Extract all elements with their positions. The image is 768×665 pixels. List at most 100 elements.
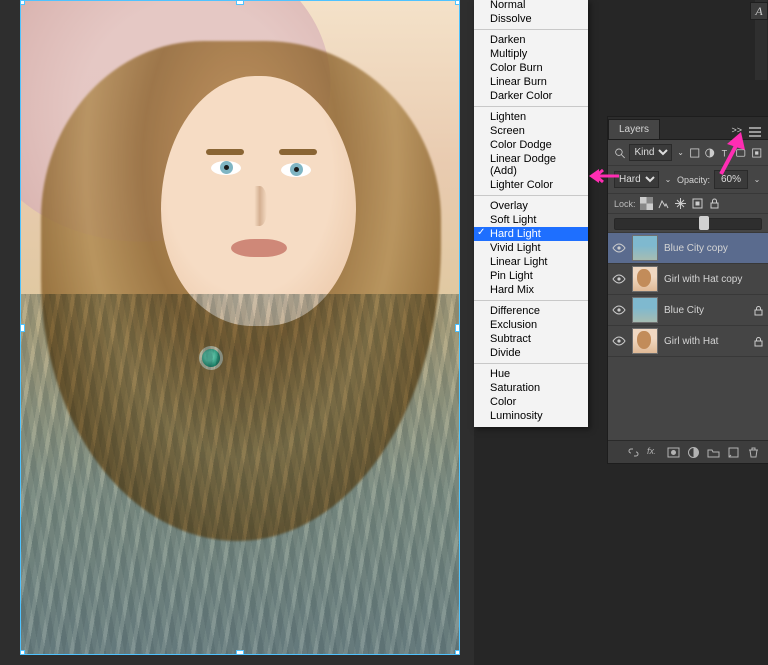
- blend-mode-option[interactable]: Screen: [474, 124, 588, 138]
- mask-icon[interactable]: [667, 446, 680, 459]
- panel-collapse-icon[interactable]: >>: [731, 125, 742, 139]
- chevron-down-icon: ⌄: [663, 175, 673, 184]
- blend-mode-option[interactable]: Exclusion: [474, 318, 588, 332]
- new-layer-icon[interactable]: [727, 446, 740, 459]
- lock-transparency-icon[interactable]: [640, 197, 653, 210]
- layer-thumbnail[interactable]: [632, 297, 658, 323]
- blend-mode-option[interactable]: Color Burn: [474, 61, 588, 75]
- trash-icon[interactable]: [747, 446, 760, 459]
- layer-mode-row: Hard Light ⌄ Opacity: ⌄: [608, 166, 768, 194]
- group-icon[interactable]: [707, 446, 720, 459]
- transform-handle-top-left[interactable]: [20, 0, 25, 5]
- filter-kind-select[interactable]: Kind: [629, 144, 672, 161]
- image-city-overlay: [21, 294, 459, 654]
- layer-name[interactable]: Girl with Hat: [664, 336, 747, 347]
- image-eye: [211, 161, 241, 175]
- layer-list: Blue City copy Girl with Hat copy Blue Cit…: [608, 233, 768, 440]
- blend-mode-option[interactable]: Luminosity: [474, 409, 588, 423]
- opacity-input[interactable]: [714, 170, 748, 189]
- visibility-eye-icon[interactable]: [612, 272, 626, 286]
- blend-mode-menu[interactable]: NormalDissolveDarkenMultiplyColor BurnLi…: [474, 0, 588, 427]
- blend-mode-option[interactable]: Lighter Color: [474, 178, 588, 192]
- filter-pixel-icon[interactable]: [689, 146, 700, 160]
- blend-mode-option[interactable]: Color: [474, 395, 588, 409]
- layer-thumbnail[interactable]: [632, 328, 658, 354]
- filter-shape-icon[interactable]: [735, 146, 746, 160]
- blend-mode-option[interactable]: Divide: [474, 346, 588, 360]
- blend-mode-option[interactable]: Linear Burn: [474, 75, 588, 89]
- layers-panel: Layers >> Kind ⌄ T Hard Light ⌄ Opacity:…: [608, 117, 768, 463]
- filter-adjustment-icon[interactable]: [704, 146, 715, 160]
- filter-smart-icon[interactable]: [751, 146, 762, 160]
- canvas-document[interactable]: [20, 0, 460, 655]
- blend-mode-option[interactable]: Hue: [474, 367, 588, 381]
- layer-filter-row: Kind ⌄ T: [608, 140, 768, 166]
- blend-mode-option[interactable]: Overlay: [474, 199, 588, 213]
- layer-name[interactable]: Blue City copy: [664, 243, 764, 254]
- layer-row[interactable]: Girl with Hat: [608, 326, 768, 357]
- fill-slider[interactable]: [614, 218, 762, 230]
- filter-type-icon[interactable]: T: [720, 146, 731, 160]
- fx-icon[interactable]: fx.: [647, 446, 660, 459]
- lock-image-icon[interactable]: [657, 197, 670, 210]
- chevron-down-icon: ⌄: [752, 175, 762, 184]
- layer-thumbnail[interactable]: [632, 235, 658, 261]
- layer-row[interactable]: Blue City copy: [608, 233, 768, 264]
- lock-position-icon[interactable]: [674, 197, 687, 210]
- blend-mode-select[interactable]: Hard Light: [614, 171, 659, 188]
- transform-handle-top-right[interactable]: [455, 0, 460, 5]
- blend-mode-option[interactable]: Vivid Light: [474, 241, 588, 255]
- search-icon: [614, 146, 625, 160]
- blend-mode-option[interactable]: Normal: [474, 0, 588, 12]
- transform-handle-bottom-left[interactable]: [20, 650, 25, 655]
- image-lips: [231, 239, 287, 257]
- blend-mode-option[interactable]: Linear Light: [474, 255, 588, 269]
- layer-row[interactable]: Girl with Hat copy: [608, 264, 768, 295]
- character-panel-icon[interactable]: A: [750, 2, 768, 20]
- blend-mode-option[interactable]: Saturation: [474, 381, 588, 395]
- layer-lock-row: Lock:: [608, 194, 768, 214]
- svg-text:T: T: [721, 148, 727, 158]
- blend-mode-option[interactable]: Pin Light: [474, 269, 588, 283]
- transform-handle-mid-left[interactable]: [20, 324, 25, 332]
- link-icon[interactable]: [627, 446, 640, 459]
- panel-tabs: Layers >>: [608, 117, 768, 140]
- blend-mode-option[interactable]: Linear Dodge (Add): [474, 152, 588, 178]
- blend-mode-option[interactable]: Darker Color: [474, 89, 588, 103]
- lock-icon: [753, 305, 764, 316]
- chevron-down-icon: ⌄: [676, 148, 684, 157]
- lock-label: Lock:: [614, 199, 636, 209]
- blend-mode-option[interactable]: Dissolve: [474, 12, 588, 26]
- visibility-eye-icon[interactable]: [612, 334, 626, 348]
- image-eyebrow: [206, 149, 244, 155]
- transform-handle-mid-right[interactable]: [455, 324, 460, 332]
- panel-menu-icon[interactable]: [748, 125, 762, 139]
- visibility-eye-icon[interactable]: [612, 241, 626, 255]
- transform-handle-top-mid[interactable]: [236, 0, 244, 5]
- layer-name[interactable]: Blue City: [664, 305, 747, 316]
- image-eye: [281, 163, 311, 177]
- blend-mode-option[interactable]: Difference: [474, 304, 588, 318]
- visibility-eye-icon[interactable]: [612, 303, 626, 317]
- layer-name[interactable]: Girl with Hat copy: [664, 274, 764, 285]
- adjustment-icon[interactable]: [687, 446, 700, 459]
- lock-all-icon[interactable]: [708, 197, 721, 210]
- image-nose: [249, 186, 267, 226]
- tab-layers[interactable]: Layers: [608, 119, 660, 139]
- blend-mode-option[interactable]: Darken: [474, 33, 588, 47]
- transform-handle-bottom-mid[interactable]: [236, 650, 244, 655]
- transform-handle-bottom-right[interactable]: [455, 650, 460, 655]
- lock-artboard-icon[interactable]: [691, 197, 704, 210]
- blend-mode-option[interactable]: Subtract: [474, 332, 588, 346]
- fill-slider-row: [608, 214, 768, 233]
- blend-mode-option[interactable]: Hard Light: [474, 227, 588, 241]
- image-eyebrow: [279, 149, 317, 155]
- blend-mode-option[interactable]: Color Dodge: [474, 138, 588, 152]
- blend-mode-option[interactable]: Multiply: [474, 47, 588, 61]
- blend-mode-option[interactable]: Hard Mix: [474, 283, 588, 297]
- blend-mode-option[interactable]: Lighten: [474, 110, 588, 124]
- layer-thumbnail[interactable]: [632, 266, 658, 292]
- layer-row[interactable]: Blue City: [608, 295, 768, 326]
- blend-mode-option[interactable]: Soft Light: [474, 213, 588, 227]
- fill-slider-knob[interactable]: [699, 216, 709, 230]
